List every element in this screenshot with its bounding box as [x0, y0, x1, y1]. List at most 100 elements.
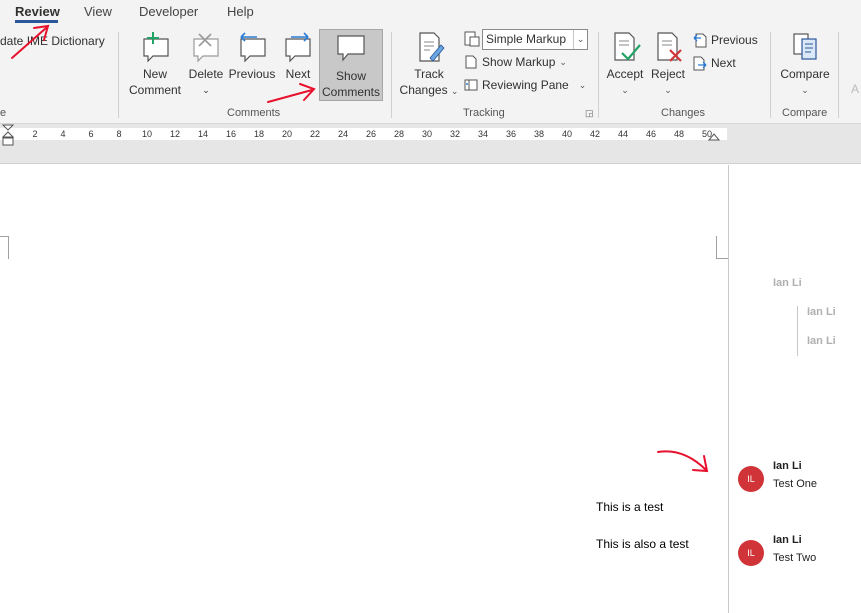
ruler-tick-label: 26	[365, 129, 377, 139]
compare-icon	[793, 33, 817, 60]
tab-view[interactable]: View	[84, 4, 112, 19]
previous-change-label: Previous	[711, 33, 758, 47]
ribbon-tab-bar: Review View Developer Help	[0, 0, 861, 24]
accept-button[interactable]: Accept ⌄	[603, 28, 647, 100]
track-changes-label-2: Changes ⌄	[399, 83, 459, 97]
next-change-button[interactable]: Next	[693, 55, 736, 71]
previous-comment-icon	[240, 32, 266, 63]
compare-label: Compare	[780, 67, 830, 81]
reply-thread-line	[797, 306, 798, 356]
ruler-tick-label: 50	[701, 129, 713, 139]
reject-label: Reject	[650, 67, 685, 81]
left-indent-marker-icon[interactable]	[2, 124, 14, 148]
avatar: IL	[738, 540, 764, 566]
ruler-tick-label: 38	[533, 129, 545, 139]
changes-group-label: Changes	[661, 107, 706, 119]
compare-button[interactable]: Compare ⌄	[776, 28, 834, 100]
accept-icon	[614, 32, 641, 61]
track-changes-icon	[419, 32, 445, 62]
show-markup-icon	[465, 55, 477, 69]
show-comments-label-2: Comments	[321, 85, 380, 99]
ruler-tick-label: 2	[32, 129, 38, 139]
reviewing-pane-label: Reviewing Pane	[482, 78, 569, 92]
tab-developer[interactable]: Developer	[139, 4, 198, 19]
reviewing-pane-icon	[464, 79, 478, 91]
ruler-tick-label: 28	[393, 129, 405, 139]
group-separator	[118, 32, 119, 118]
crop-mark	[716, 258, 728, 259]
next-change-icon	[693, 56, 707, 71]
show-comments-button[interactable]: Show Comments	[319, 29, 383, 101]
compare-group-label: Compare	[782, 107, 828, 119]
annotation-arrow-icon	[657, 450, 709, 473]
comment-text[interactable]: Test Two	[773, 552, 816, 564]
reject-chevron-icon[interactable]: ⌄	[648, 82, 688, 98]
tab-help[interactable]: Help	[227, 4, 254, 19]
ruler-tick-label: 46	[645, 129, 657, 139]
group-separator	[770, 32, 771, 118]
ruler-tick-label: 8	[116, 129, 122, 139]
ruler-tick-label: 42	[589, 129, 601, 139]
tab-review[interactable]: Review	[15, 4, 60, 19]
track-changes-label-1: Track	[414, 67, 444, 81]
ruler-tick-label: 32	[449, 129, 461, 139]
ruler-tick-label: 18	[253, 129, 265, 139]
track-changes-button[interactable]: Track Changes ⌄	[398, 28, 460, 100]
crop-mark	[716, 236, 717, 259]
ruler-tick-label: 34	[477, 129, 489, 139]
avatar: IL	[738, 466, 764, 492]
delete-dropdown-chevron-icon[interactable]: ⌄	[186, 82, 226, 98]
show-markup-button[interactable]: Show Markup ⌄	[464, 55, 567, 69]
reject-button[interactable]: Reject ⌄	[648, 28, 688, 100]
ruler-tick-label: 4	[60, 129, 66, 139]
ruler-tick-label: 12	[169, 129, 181, 139]
new-comment-label-2: Comment	[128, 83, 181, 97]
comment-author: Ian Li	[773, 534, 802, 546]
accept-chevron-icon[interactable]: ⌄	[603, 82, 647, 98]
ruler-tick-label: 36	[505, 129, 517, 139]
group-separator	[838, 32, 839, 118]
previous-change-icon	[693, 33, 707, 48]
ruler-tick-label: 16	[225, 129, 237, 139]
accept-label: Accept	[606, 67, 644, 81]
horizontal-ruler[interactable]: 2 4 6 8 10 12 14 16 18 20 22 24 26 28 30 32 34 36 38 40 42 44…	[0, 124, 861, 164]
delete-label: Delete	[188, 67, 224, 81]
annotation-arrow-icon	[267, 83, 316, 103]
ruler-tick-label: 48	[673, 129, 685, 139]
annotation-arrow-icon	[11, 24, 50, 59]
comment-text[interactable]: Test One	[773, 478, 817, 490]
tracking-group-label: Tracking	[463, 107, 505, 119]
show-markup-label: Show Markup	[482, 55, 556, 69]
ruler-tick-label: 6	[88, 129, 94, 139]
display-for-review-icon	[464, 31, 480, 47]
faded-comment-author[interactable]: Ian Li	[807, 306, 836, 318]
markup-select[interactable]: Simple Markup ⌄	[482, 29, 588, 50]
new-comment-label-1: New	[142, 67, 167, 81]
compare-chevron-icon[interactable]: ⌄	[776, 82, 834, 98]
document-page[interactable]: This is a test This is also a test	[0, 165, 728, 613]
comments-group-label: Comments	[227, 107, 281, 119]
reviewing-pane-chevron-icon: ⌄	[578, 79, 587, 90]
next-change-label: Next	[711, 56, 736, 70]
new-comment-button[interactable]: New Comment	[125, 28, 185, 100]
ruler-tick-label: 10	[141, 129, 153, 139]
ruler-tick-label: 40	[561, 129, 573, 139]
ruler-tick-label: 24	[337, 129, 349, 139]
delete-comment-button[interactable]: Delete ⌄	[186, 28, 226, 100]
markup-select-chevron-icon[interactable]: ⌄	[573, 30, 587, 49]
comment-author: Ian Li	[773, 460, 802, 472]
markup-select-value: Simple Markup	[486, 32, 567, 46]
cut-off-button[interactable]: A	[851, 82, 859, 96]
tracking-dialog-launcher-icon[interactable]: ◲	[585, 108, 594, 119]
crop-mark	[8, 236, 9, 259]
show-comments-label-1: Show	[335, 69, 367, 83]
review-ribbon: date IME Dictionary e New Comment Delete…	[0, 24, 861, 124]
document-line-1[interactable]: This is a test	[596, 500, 663, 514]
faded-comment-author[interactable]: Ian Li	[773, 277, 802, 289]
reviewing-pane-button[interactable]: Reviewing Pane ⌄	[464, 78, 586, 92]
ruler-tick-label: 22	[309, 129, 321, 139]
faded-comment-author[interactable]: Ian Li	[807, 335, 836, 347]
new-comment-icon	[143, 32, 169, 63]
previous-change-button[interactable]: Previous	[693, 32, 758, 48]
document-line-2[interactable]: This is also a test	[596, 537, 689, 551]
